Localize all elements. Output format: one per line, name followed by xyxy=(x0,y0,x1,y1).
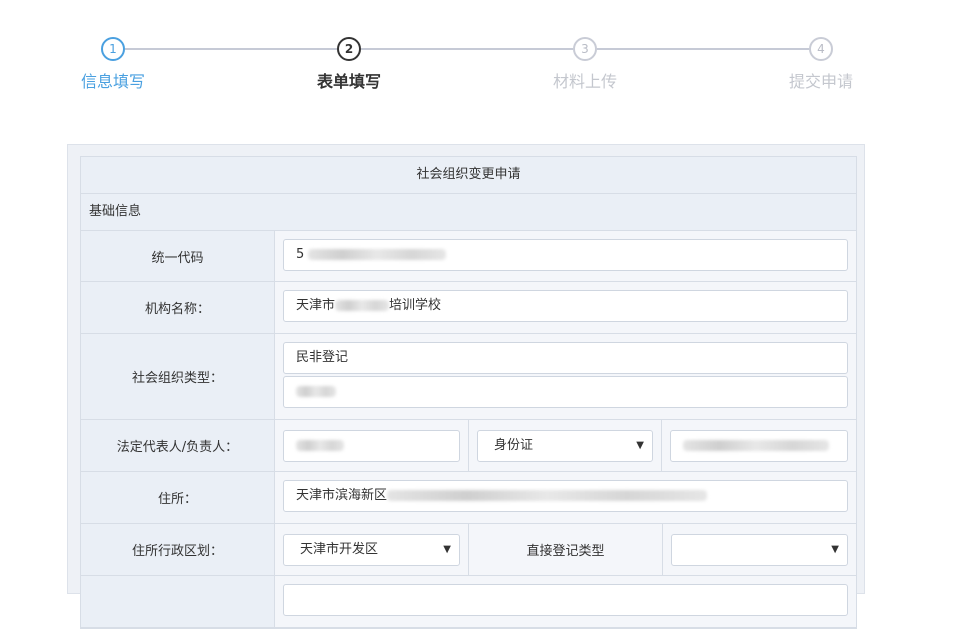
next-row-input[interactable] xyxy=(283,584,848,616)
step-connector xyxy=(361,48,573,50)
next-row-field-cell xyxy=(275,576,856,627)
step-2-label: 表单填写 xyxy=(316,72,381,91)
next-row-label xyxy=(81,576,275,627)
section-heading: 基础信息 xyxy=(81,194,856,231)
direct-registration-label: 直接登记类型 xyxy=(468,524,662,575)
unified-code-value: 5 xyxy=(296,247,305,262)
org-name-prefix: 天津市 xyxy=(296,298,336,313)
address-label: 住所： xyxy=(81,472,275,523)
form-title: 社会组织变更申请 xyxy=(81,157,856,194)
redacted-text xyxy=(335,300,390,311)
org-name-suffix: 培训学校 xyxy=(389,298,442,313)
legal-rep-field-cell: 身份证 ▼ xyxy=(275,420,856,471)
step-1-label: 信息填写 xyxy=(80,72,145,91)
redacted-text xyxy=(683,439,829,451)
direct-registration-select[interactable]: ▼ xyxy=(671,533,848,566)
dropdown-arrow-icon: ▼ xyxy=(636,439,644,451)
org-name-field-cell: 天津市 培训学校 xyxy=(275,282,856,333)
unified-code-input[interactable]: 5 xyxy=(283,239,848,271)
dropdown-arrow-icon: ▼ xyxy=(443,543,451,555)
district-field-cell: 天津市开发区 ▼ 直接登记类型 ▼ xyxy=(275,524,856,575)
unified-code-field-cell: 5 xyxy=(275,231,856,281)
org-name-input[interactable]: 天津市 培训学校 xyxy=(283,290,848,322)
row-next xyxy=(81,576,856,628)
address-prefix: 天津市滨海新区 xyxy=(296,488,388,503)
step-1-circle: 1 xyxy=(101,37,125,61)
district-select[interactable]: 天津市开发区 ▼ xyxy=(283,533,460,566)
row-legal-rep: 法定代表人/负责人： 身份证 ▼ xyxy=(81,420,856,472)
unified-code-label: 统一代码 xyxy=(81,231,275,281)
redacted-text xyxy=(308,249,447,260)
district-label: 住所行政区划： xyxy=(81,524,275,575)
district-value: 天津市开发区 xyxy=(300,541,379,557)
org-type-field-cell: 民非登记 xyxy=(275,334,856,419)
step-3-circle: 3 xyxy=(573,37,597,61)
dropdown-arrow-icon: ▼ xyxy=(831,543,839,555)
step-connector xyxy=(597,48,809,50)
id-type-select[interactable]: 身份证 ▼ xyxy=(477,429,653,462)
application-form: 社会组织变更申请 基础信息 统一代码 5 机构名称： 天津市 培训学校 社会组织类 xyxy=(80,156,857,629)
org-type-label: 社会组织类型： xyxy=(81,334,275,419)
id-type-value: 身份证 xyxy=(494,437,534,453)
row-district: 住所行政区划： 天津市开发区 ▼ 直接登记类型 ▼ xyxy=(81,524,856,576)
step-connector xyxy=(125,48,337,50)
step-4-circle: 4 xyxy=(809,37,833,61)
step-2-circle: 2 xyxy=(337,37,361,61)
legal-rep-name-input[interactable] xyxy=(283,429,460,462)
row-org-type: 社会组织类型： 民非登记 xyxy=(81,334,856,420)
step-4-label: 提交申请 xyxy=(788,72,853,91)
org-type-input[interactable]: 民非登记 xyxy=(283,342,848,374)
row-address: 住所： 天津市滨海新区 xyxy=(81,472,856,524)
redacted-text xyxy=(387,490,708,501)
row-org-name: 机构名称： 天津市 培训学校 xyxy=(81,282,856,334)
redacted-text xyxy=(296,386,336,397)
legal-rep-label: 法定代表人/负责人： xyxy=(81,420,275,471)
address-input[interactable]: 天津市滨海新区 xyxy=(283,480,848,512)
progress-stepper: 1 2 3 4 信息填写 表单填写 材料上传 提交申请 xyxy=(0,0,978,110)
redacted-text xyxy=(296,439,344,451)
form-panel: 社会组织变更申请 基础信息 统一代码 5 机构名称： 天津市 培训学校 社会组织类 xyxy=(67,144,865,629)
step-3-label: 材料上传 xyxy=(552,72,617,91)
id-number-input[interactable] xyxy=(670,429,848,462)
org-type-value: 民非登记 xyxy=(296,350,349,365)
row-unified-code: 统一代码 5 xyxy=(81,231,856,282)
org-name-label: 机构名称： xyxy=(81,282,275,333)
address-field-cell: 天津市滨海新区 xyxy=(275,472,856,523)
org-type-subtype-input[interactable] xyxy=(283,376,848,408)
